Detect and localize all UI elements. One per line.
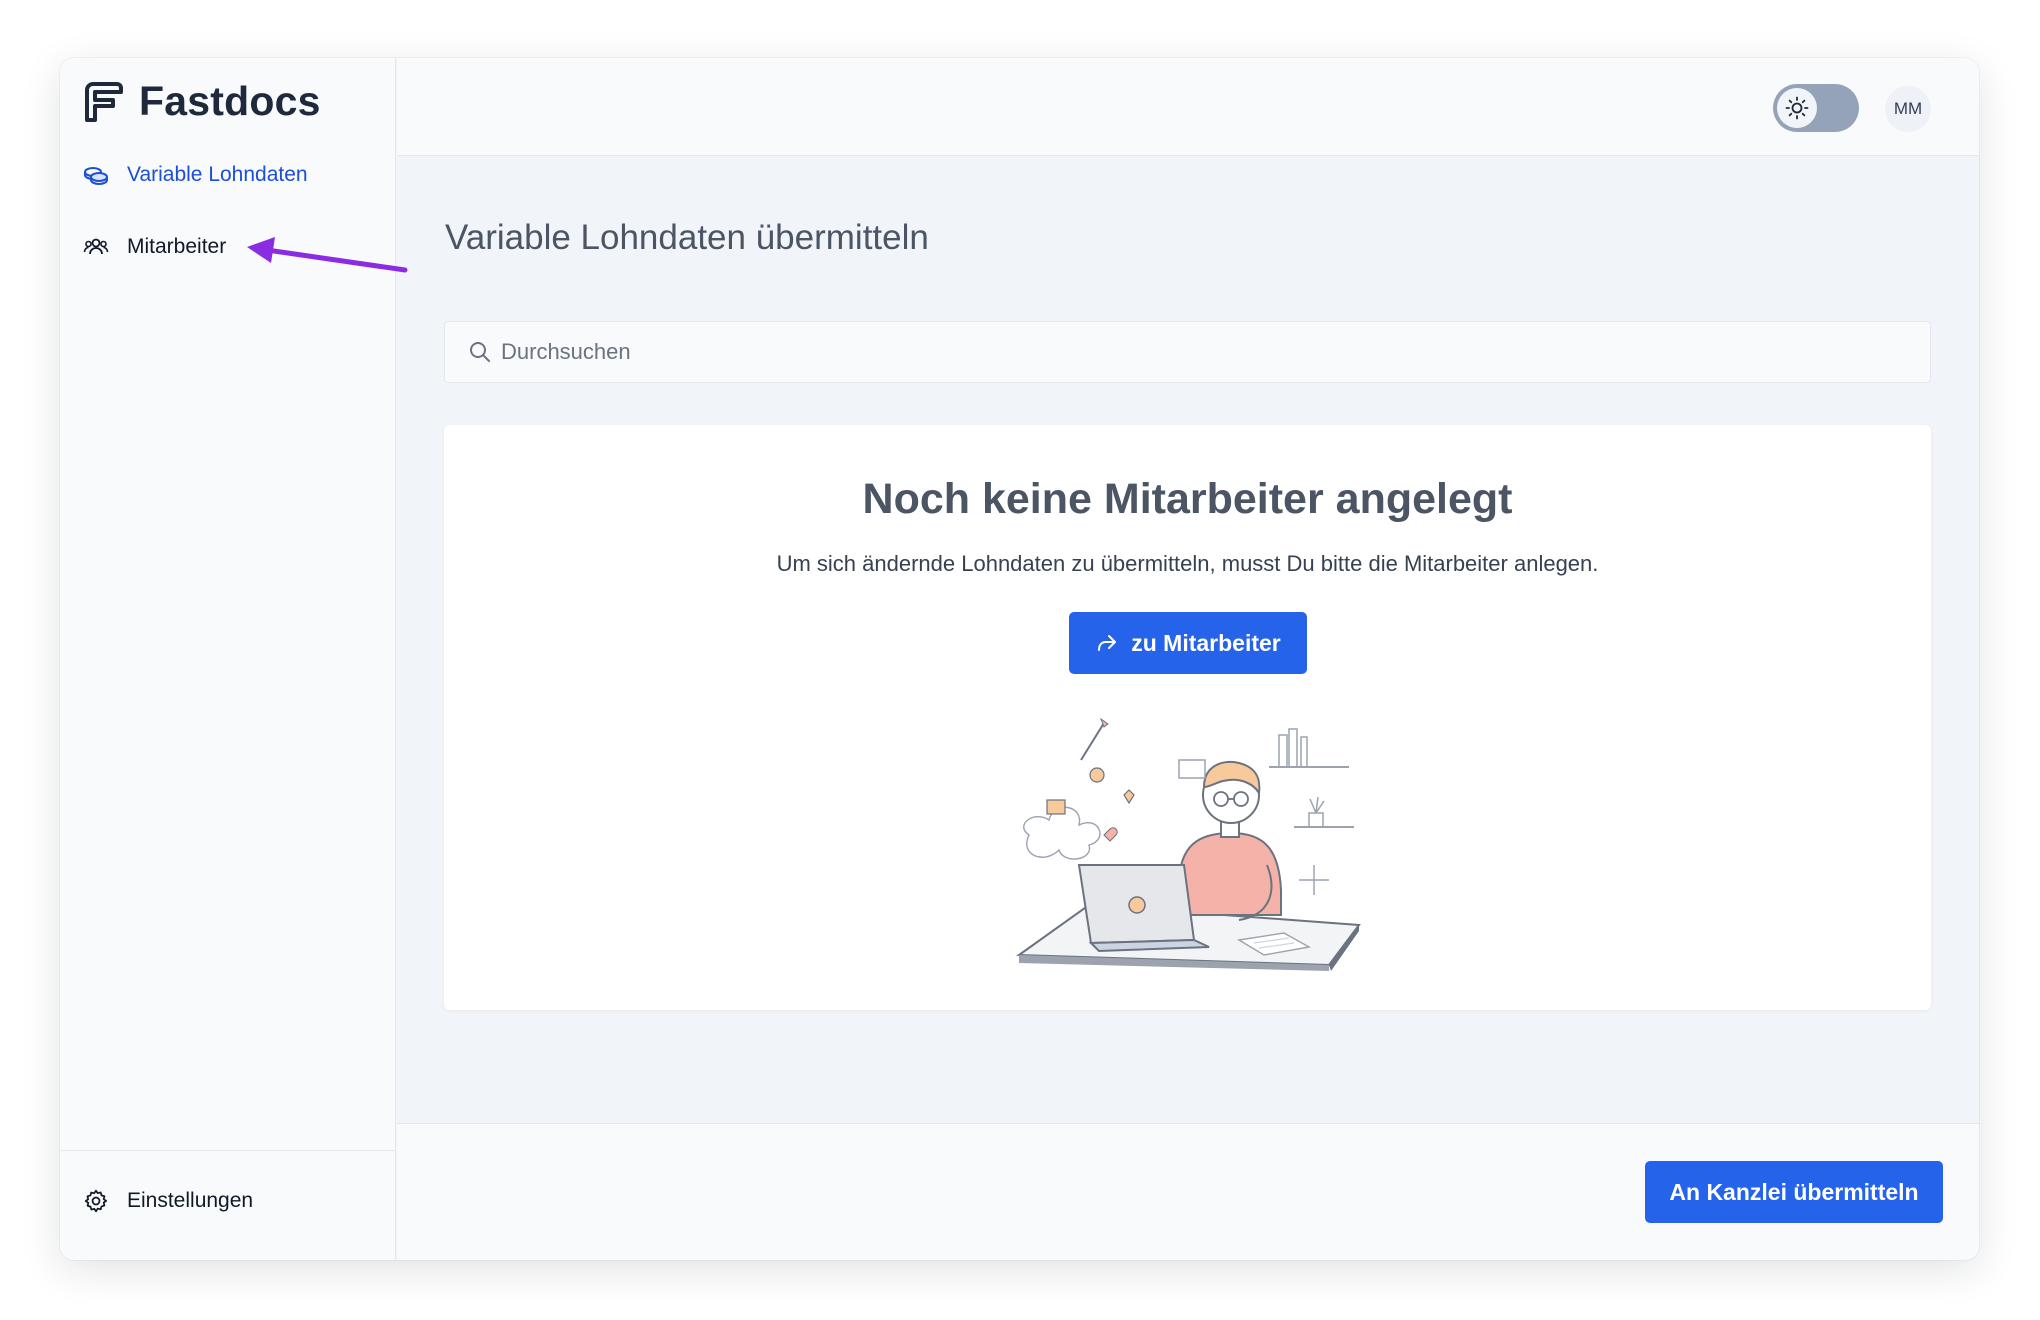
sidebar-item-variable-lohndaten[interactable]: Variable Lohndaten bbox=[83, 162, 308, 188]
sun-icon bbox=[1785, 96, 1809, 120]
sidebar-item-label: Mitarbeiter bbox=[127, 235, 227, 258]
submit-to-kanzlei-button[interactable]: An Kanzlei übermitteln bbox=[1645, 1161, 1943, 1223]
gear-icon bbox=[83, 1188, 109, 1214]
users-icon bbox=[83, 234, 109, 260]
sidebar-item-mitarbeiter[interactable]: Mitarbeiter bbox=[83, 234, 226, 260]
fastdocs-logo-icon bbox=[85, 81, 123, 122]
top-header: MM bbox=[397, 58, 1979, 156]
app-window: Fastdocs Variable Lohndaten Mitarbeiter … bbox=[60, 58, 1979, 1260]
theme-toggle-knob bbox=[1777, 88, 1817, 128]
user-avatar[interactable]: MM bbox=[1885, 86, 1931, 132]
brand-name: Fastdocs bbox=[139, 78, 321, 124]
go-to-mitarbeiter-button[interactable]: zu Mitarbeiter bbox=[1069, 612, 1307, 674]
sidebar-item-label: Einstellungen bbox=[127, 1189, 254, 1212]
sidebar-divider bbox=[60, 1150, 395, 1151]
sidebar-item-label: Variable Lohndaten bbox=[127, 163, 308, 186]
search-icon bbox=[470, 342, 490, 362]
sidebar-item-settings[interactable]: Einstellungen bbox=[83, 1188, 253, 1214]
empty-state-subtitle: Um sich ändernde Lohndaten zu übermittel… bbox=[776, 551, 1599, 576]
empty-state-title: Noch keine Mitarbeiter angelegt bbox=[862, 475, 1513, 523]
brand[interactable]: Fastdocs bbox=[83, 78, 321, 125]
coins-icon bbox=[83, 162, 109, 188]
bottom-footer: An Kanzlei übermitteln bbox=[397, 1123, 1979, 1260]
sidebar: Fastdocs Variable Lohndaten Mitarbeiter … bbox=[60, 58, 396, 1260]
search-input[interactable] bbox=[501, 339, 1901, 365]
empty-state-card: Noch keine Mitarbeiter angelegt Um sich … bbox=[444, 425, 1931, 1010]
theme-toggle[interactable] bbox=[1773, 84, 1859, 132]
search-box[interactable] bbox=[444, 321, 1931, 383]
page-title: Variable Lohndaten übermitteln bbox=[445, 218, 929, 257]
share-arrow-icon bbox=[1098, 635, 1117, 651]
person-at-laptop-illustration bbox=[1016, 717, 1361, 971]
button-label: zu Mitarbeiter bbox=[1131, 629, 1281, 656]
